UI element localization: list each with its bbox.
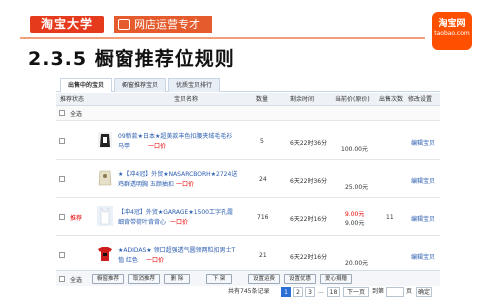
product-name-line2[interactable]: 细背带荷叶背背心	[118, 217, 166, 226]
table-row: ★【冲4冠】外贸★NASARCBORH★2724送 鸡群透明胸 五颜抽扣 一口价…	[56, 160, 440, 198]
edit-item-link[interactable]: 编辑宝贝	[411, 138, 435, 147]
price-value: 25.00元	[345, 184, 369, 191]
table-row: ★ADIDAS★ 领口超强透气圆领两粒扣男士T 恤 红色 一口价 21 6天22…	[56, 236, 440, 274]
quantity-value: 5	[260, 138, 264, 145]
col-sold: 出售次数	[379, 96, 404, 103]
product-name-line2[interactable]: 马甲	[118, 141, 130, 150]
select-all-label-bottom: 全选	[70, 277, 83, 284]
original-price: 9.00元	[345, 220, 365, 227]
page-unit: 页	[406, 288, 413, 295]
remaining-time: 6天22时36分	[290, 140, 328, 147]
one-price-tag: 一口价	[170, 219, 189, 226]
select-all-checkbox-bottom[interactable]	[59, 276, 65, 282]
row-checkbox[interactable]	[59, 252, 65, 258]
col-quantity: 数量	[256, 96, 269, 103]
col-action: 修改设置	[408, 96, 433, 103]
product-name-line1[interactable]: 09新款★日本★超美款丰色扣腰夹绒毛毛衫	[118, 131, 232, 140]
sold-count: 11	[386, 214, 394, 221]
delete-button[interactable]: 删 除	[164, 274, 190, 284]
product-name-line1[interactable]: ★ADIDAS★ 领口超强透气圆领两粒扣男士T	[118, 245, 235, 254]
brand-sub: taobao.com	[434, 30, 470, 37]
brand-main: 淘宝网	[438, 19, 466, 29]
product-name-line1[interactable]: 【冲4冠】外贸★GARAGE★1500工字孔露	[118, 207, 233, 216]
tab-window-recommend[interactable]: 橱窗推荐宝贝	[114, 78, 166, 92]
remaining-time: 6天22时16分	[290, 216, 328, 223]
cancel-recommend-button[interactable]: 取消推荐	[128, 274, 160, 284]
select-all-row-top: 全选	[56, 106, 440, 121]
taobao-university-logo: 淘宝大学	[30, 16, 104, 33]
one-price-tag: 一口价	[176, 181, 195, 188]
tv-icon	[118, 19, 130, 30]
jump-confirm-button[interactable]: 确定	[416, 287, 432, 297]
pagination: 共有745条记录 1 2 3 ... 18 下一页 到第 页 确定	[56, 287, 440, 297]
col-name: 宝贝名称	[174, 96, 199, 103]
slide-title: 2.3.5 橱窗推荐位规则	[28, 48, 235, 70]
tab-quality-ranking[interactable]: 优质宝贝排行	[168, 78, 220, 92]
header-divider	[20, 37, 425, 39]
charity-donate-button[interactable]: 爱心捐赠	[320, 274, 352, 284]
table-row: 09新款★日本★超美款丰色扣腰夹绒毛毛衫 马甲 一口价 5 6天22时36分 1…	[56, 122, 440, 160]
window-recommend-button[interactable]: 橱窗推荐	[92, 274, 124, 284]
page-1[interactable]: 1	[281, 287, 291, 297]
product-thumbnail[interactable]	[96, 205, 114, 227]
one-price-tag: 一口价	[146, 257, 165, 264]
product-thumbnail[interactable]	[96, 167, 114, 189]
remaining-time: 6天22时16分	[290, 254, 328, 261]
edit-item-link[interactable]: 编辑宝贝	[411, 252, 435, 261]
price-value: 20.00元	[345, 260, 369, 267]
product-thumbnail[interactable]	[96, 243, 114, 265]
jump-label: 到第	[372, 288, 385, 295]
quantity-value: 716	[257, 214, 269, 221]
set-discount-button[interactable]: 设置优惠	[284, 274, 316, 284]
select-all-checkbox-top[interactable]	[59, 110, 65, 116]
slide: 淘宝大学 网店运营专才 淘宝网 taobao.com 2.3.5 橱窗推荐位规则…	[0, 0, 500, 300]
bulk-action-bar: 全选 橱窗推荐 取消推荐 删 除 下 架 设置运费 设置优惠 爱心捐赠	[56, 270, 440, 286]
page-2[interactable]: 2	[293, 287, 303, 297]
sub-logo-text: 网店运营专才	[134, 18, 200, 31]
row-checkbox[interactable]	[59, 176, 65, 182]
item-table-panel: 出售中的宝贝 橱窗推荐宝贝 优质宝贝排行 推荐状态 宝贝名称 数量 剩余时间 当…	[56, 78, 440, 297]
header-bar: 淘宝大学 网店运营专才 淘宝网 taobao.com	[0, 0, 500, 50]
recommend-status: 推荐	[70, 215, 83, 222]
product-name-line2[interactable]: 恤 红色	[118, 255, 138, 264]
taobao-brand-logo: 淘宝网 taobao.com	[432, 12, 472, 50]
col-remaining: 剩余时间	[290, 96, 315, 103]
select-all-label-top: 全选	[70, 111, 83, 118]
edit-item-link[interactable]: 编辑宝贝	[411, 176, 435, 185]
table-row: 推荐 【冲4冠】外贸★GARAGE★1500工字孔露 细背带荷叶背背心 一口价 …	[56, 198, 440, 236]
tab-bar: 出售中的宝贝 橱窗推荐宝贝 优质宝贝排行	[56, 78, 440, 92]
table-header: 推荐状态 宝贝名称 数量 剩余时间 当前价(原价) 出售次数 修改设置	[56, 93, 440, 106]
sub-logo-banner: 网店运营专才	[114, 16, 212, 33]
quantity-value: 24	[259, 176, 267, 183]
quantity-value: 21	[259, 252, 267, 259]
record-summary: 共有745条记录	[228, 288, 270, 295]
col-price: 当前价(原价)	[335, 96, 370, 103]
set-shipping-button[interactable]: 设置运费	[248, 274, 280, 284]
page-jump-input[interactable]	[386, 287, 404, 297]
edit-item-link[interactable]: 编辑宝贝	[411, 214, 435, 223]
page-ellipsis: ...	[318, 288, 324, 295]
tab-on-sale[interactable]: 出售中的宝贝	[60, 78, 112, 92]
product-name-line2[interactable]: 鸡群透明胸 五颜抽扣	[118, 179, 174, 188]
delist-button[interactable]: 下 架	[206, 274, 232, 284]
price-value: 9.00元	[345, 211, 365, 218]
remaining-time: 6天22时36分	[290, 178, 328, 185]
price-value: 100.00元	[341, 146, 368, 153]
page-3[interactable]: 3	[305, 287, 315, 297]
next-page-button[interactable]: 下一页	[343, 287, 369, 297]
row-checkbox[interactable]	[59, 214, 65, 220]
col-status: 推荐状态	[60, 96, 85, 103]
product-thumbnail[interactable]	[96, 129, 114, 151]
one-price-tag: 一口价	[148, 143, 167, 150]
page-18[interactable]: 18	[327, 287, 340, 297]
row-checkbox[interactable]	[59, 138, 65, 144]
product-name-line1[interactable]: ★【冲4冠】外贸★NASARCBORH★2724送	[118, 169, 237, 178]
